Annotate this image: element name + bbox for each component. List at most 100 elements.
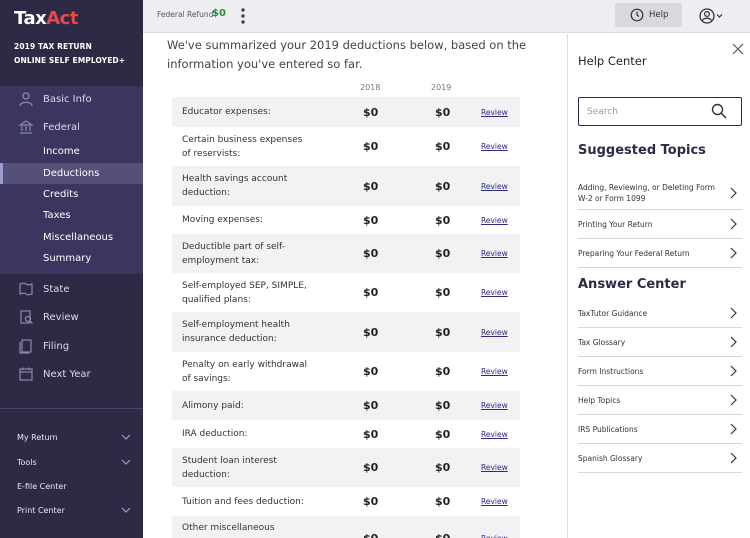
row-label: Deductible part of self-employment tax: <box>182 241 285 266</box>
return-product: ONLINE SELF EMPLOYED+ <box>14 56 126 65</box>
nav-item-review[interactable]: Review <box>0 304 143 330</box>
table-row: Alimony paid: $0 $0 Review <box>172 391 520 420</box>
review-link[interactable]: Review <box>481 430 508 439</box>
answer-center-link[interactable]: TaxTutor Guidance <box>578 299 742 328</box>
answer-center-link[interactable]: Tax Glossary <box>578 328 742 357</box>
row-label: Alimony paid: <box>182 400 244 411</box>
value-2018: $0 <box>363 105 379 119</box>
chevron-right-icon <box>730 452 737 464</box>
sub-item-credits[interactable]: Credits <box>0 184 143 205</box>
row-label: Moving expenses: <box>182 215 263 225</box>
help-search-input[interactable] <box>587 104 707 119</box>
answer-center-link[interactable]: Spanish Glossary <box>578 444 742 473</box>
suggested-topic-link[interactable]: Printing Your Return <box>578 210 742 239</box>
review-link[interactable]: Review <box>481 216 508 225</box>
review-link[interactable]: Review <box>481 108 508 117</box>
table-row: Health savings account deduction: $0 $0 … <box>172 166 520 206</box>
chevron-down-icon <box>121 507 131 513</box>
review-link[interactable]: Review <box>481 401 508 410</box>
return-year: 2019 TAX RETURN <box>14 42 92 51</box>
answer-center-link[interactable]: IRS Publications <box>578 415 742 444</box>
row-label: Educator expenses: <box>182 107 271 117</box>
chevron-right-icon <box>730 218 737 230</box>
table-row: Self-employment health insurance deducti… <box>172 312 520 352</box>
chevron-down-icon <box>121 434 131 440</box>
sidebar-divider <box>0 408 143 409</box>
row-label: Self-employment health insurance deducti… <box>182 320 290 344</box>
value-2018: $0 <box>363 365 379 378</box>
review-link[interactable]: Review <box>481 534 508 538</box>
sidebar-tools[interactable]: Tools <box>0 452 143 472</box>
review-link[interactable]: Review <box>481 288 508 297</box>
nav-item-filing[interactable]: Filing <box>0 333 143 359</box>
calendar-icon <box>19 367 33 381</box>
review-link[interactable]: Review <box>481 367 508 376</box>
intro-text: We've summarized your 2019 deductions be… <box>167 38 527 71</box>
taxact-logo[interactable]: TaxAct <box>14 8 78 29</box>
suggested-topic-link[interactable]: Adding, Reviewing, or Deleting Form W-2 … <box>578 176 742 210</box>
nav-item-federal[interactable]: Federal <box>0 114 143 140</box>
suggested-topic-link[interactable]: Preparing Your Federal Return <box>578 239 742 268</box>
column-header-2019: 2019 <box>431 83 452 92</box>
value-2019: $0 <box>435 365 451 378</box>
column-header-2018: 2018 <box>360 83 381 92</box>
sub-item-summary[interactable]: Summary <box>0 248 143 269</box>
value-2019: $0 <box>435 179 451 193</box>
review-link[interactable]: Review <box>481 328 508 337</box>
sub-item-income[interactable]: Income <box>0 141 143 162</box>
return-info: 2019 TAX RETURN ONLINE SELF EMPLOYED+ <box>14 40 125 68</box>
table-row: Other miscellaneous $0 $0 Review <box>172 516 520 538</box>
sidebar-my-return[interactable]: My Return <box>0 427 143 447</box>
review-link[interactable]: Review <box>481 463 508 472</box>
table-row: Student loan interest deduction: $0 $0 R… <box>172 448 520 487</box>
value-2018: $0 <box>363 213 379 227</box>
value-2018: $0 <box>363 179 379 193</box>
nav-item-state[interactable]: State <box>0 276 143 302</box>
value-2018: $0 <box>363 495 379 508</box>
review-link[interactable]: Review <box>481 249 508 258</box>
row-label: Self-employed SEP, SIMPLE, qualified pla… <box>182 280 307 305</box>
sub-item-deductions[interactable]: Deductions <box>0 163 143 184</box>
value-2019: $0 <box>435 325 451 339</box>
refund-label: Federal Refund <box>157 10 214 19</box>
filing-document-icon <box>19 339 32 354</box>
refund-value: $0 <box>212 8 226 19</box>
row-label: Health savings account deduction: <box>182 174 288 198</box>
chevron-right-icon <box>730 394 737 406</box>
more-options-icon[interactable] <box>240 7 246 25</box>
deductions-summary: We've summarized your 2019 deductions be… <box>143 34 567 538</box>
value-2018: $0 <box>363 532 378 538</box>
chevron-right-icon <box>730 187 737 198</box>
chevron-right-icon <box>730 336 737 348</box>
review-link[interactable]: Review <box>481 182 508 191</box>
chevron-right-icon <box>730 307 737 319</box>
close-icon[interactable] <box>732 43 744 55</box>
search-icon[interactable] <box>711 103 727 119</box>
person-icon <box>19 92 33 107</box>
sub-item-taxes[interactable]: Taxes <box>0 205 143 226</box>
value-2019: $0 <box>435 427 451 441</box>
user-account-icon[interactable] <box>698 6 724 26</box>
nav-item-basic-info[interactable]: Basic Info <box>0 86 143 112</box>
nav-item-next-year[interactable]: Next Year <box>0 361 143 387</box>
answer-center-link[interactable]: Help Topics <box>578 386 742 415</box>
review-link[interactable]: Review <box>481 142 508 151</box>
help-button[interactable]: Help <box>615 3 682 27</box>
table-row: Deductible part of self-employment tax: … <box>172 234 520 273</box>
answer-center-heading: Answer Center <box>578 277 686 292</box>
sub-item-miscellaneous[interactable]: Miscellaneous <box>0 227 143 248</box>
sidebar-print-center[interactable]: Print Center <box>0 500 143 520</box>
row-label: Tuition and fees deduction: <box>182 496 304 507</box>
sidebar-efile-center[interactable]: E-file Center <box>0 476 143 496</box>
value-2019: $0 <box>435 399 451 412</box>
table-row: Educator expenses: $0 $0 Review <box>172 97 520 127</box>
sidebar: TaxAct 2019 TAX RETURN ONLINE SELF EMPLO… <box>0 0 143 538</box>
value-2019: $0 <box>435 213 451 227</box>
table-row: Moving expenses: $0 $0 Review <box>172 206 520 234</box>
table-row: Penalty on early withdrawal of savings: … <box>172 352 520 391</box>
row-label: Student loan interest deduction: <box>182 455 277 480</box>
table-row: Certain business expenses of reservists:… <box>172 127 520 166</box>
answer-center-link[interactable]: Form Instructions <box>578 357 742 386</box>
value-2019: $0 <box>435 461 451 474</box>
review-link[interactable]: Review <box>481 497 508 506</box>
